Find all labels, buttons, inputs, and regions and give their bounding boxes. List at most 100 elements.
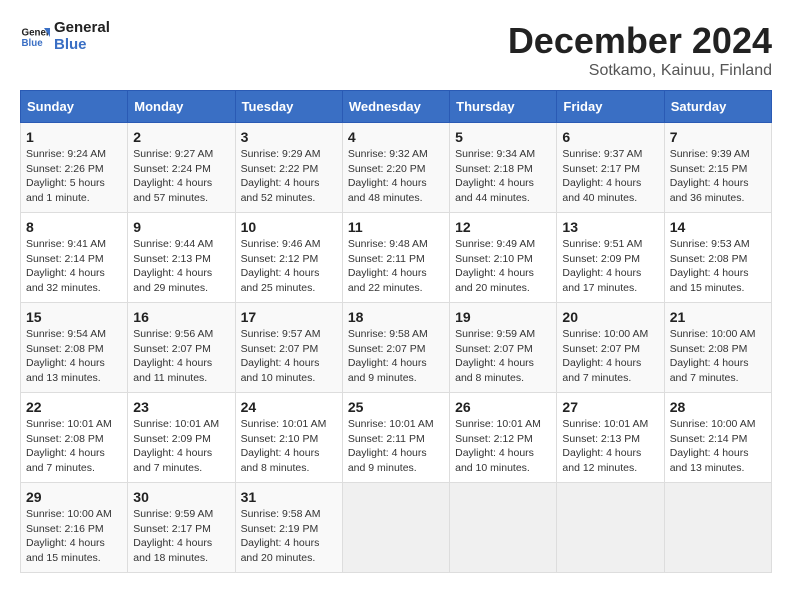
day-info: Sunrise: 9:57 AM Sunset: 2:07 PM Dayligh… — [241, 327, 337, 386]
day-info: Sunrise: 9:58 AM Sunset: 2:07 PM Dayligh… — [348, 327, 444, 386]
calendar-cell: 11 Sunrise: 9:48 AM Sunset: 2:11 PM Dayli… — [342, 213, 449, 303]
day-number: 5 — [455, 129, 551, 145]
calendar-cell: 20Sunrise: 10:00 AM Sunset: 2:07 PM Dayl… — [557, 303, 664, 393]
day-number: 3 — [241, 129, 337, 145]
day-info: Sunrise: 9:34 AM Sunset: 2:18 PM Dayligh… — [455, 147, 551, 206]
header-saturday: Saturday — [664, 91, 771, 123]
day-info: Sunrise: 9:32 AM Sunset: 2:20 PM Dayligh… — [348, 147, 444, 206]
day-info: Sunrise: 9:46 AM Sunset: 2:12 PM Dayligh… — [241, 237, 337, 296]
title-area: December 2024 Sotkamo, Kainuu, Finland — [508, 20, 772, 80]
day-number: 22 — [26, 399, 122, 415]
day-info: Sunrise: 9:41 AM Sunset: 2:14 PM Dayligh… — [26, 237, 122, 296]
calendar-cell — [342, 483, 449, 573]
day-number: 16 — [133, 309, 229, 325]
day-info: Sunrise: 9:49 AM Sunset: 2:10 PM Dayligh… — [455, 237, 551, 296]
day-info: Sunrise: 9:29 AM Sunset: 2:22 PM Dayligh… — [241, 147, 337, 206]
calendar-cell — [450, 483, 557, 573]
day-number: 12 — [455, 219, 551, 235]
page-subtitle: Sotkamo, Kainuu, Finland — [508, 62, 772, 80]
calendar-week-row: 22 Sunrise: 10:01 AM Sunset: 2:08 PM Dayl… — [21, 393, 772, 483]
calendar-cell: 30 Sunrise: 9:59 AM Sunset: 2:17 PM Dayli… — [128, 483, 235, 573]
calendar-cell: 23 Sunrise: 10:01 AM Sunset: 2:09 PM Dayl… — [128, 393, 235, 483]
day-number: 31 — [241, 489, 337, 505]
day-number: 30 — [133, 489, 229, 505]
calendar-cell: 16Sunrise: 9:56 AM Sunset: 2:07 PM Dayli… — [128, 303, 235, 393]
header-sunday: Sunday — [21, 91, 128, 123]
day-number: 7 — [670, 129, 766, 145]
day-number: 10 — [241, 219, 337, 235]
calendar-cell: 12 Sunrise: 9:49 AM Sunset: 2:10 PM Dayli… — [450, 213, 557, 303]
logo-text-blue: Blue — [54, 37, 110, 54]
day-number: 11 — [348, 219, 444, 235]
day-info: Sunrise: 10:01 AM Sunset: 2:13 PM Daylig… — [562, 417, 658, 476]
day-number: 19 — [455, 309, 551, 325]
day-number: 8 — [26, 219, 122, 235]
header-friday: Friday — [557, 91, 664, 123]
calendar-cell: 4 Sunrise: 9:32 AM Sunset: 2:20 PM Daylig… — [342, 123, 449, 213]
day-info: Sunrise: 9:59 AM Sunset: 2:07 PM Dayligh… — [455, 327, 551, 386]
day-info: Sunrise: 9:44 AM Sunset: 2:13 PM Dayligh… — [133, 237, 229, 296]
day-number: 26 — [455, 399, 551, 415]
calendar-cell: 6 Sunrise: 9:37 AM Sunset: 2:17 PM Daylig… — [557, 123, 664, 213]
day-info: Sunrise: 9:37 AM Sunset: 2:17 PM Dayligh… — [562, 147, 658, 206]
day-info: Sunrise: 9:59 AM Sunset: 2:17 PM Dayligh… — [133, 507, 229, 566]
calendar-cell — [557, 483, 664, 573]
svg-text:Blue: Blue — [22, 38, 44, 49]
day-info: Sunrise: 9:24 AM Sunset: 2:26 PM Dayligh… — [26, 147, 122, 206]
calendar-week-row: 29 Sunrise: 10:00 AM Sunset: 2:16 PM Dayl… — [21, 483, 772, 573]
calendar-cell: 19 Sunrise: 9:59 AM Sunset: 2:07 PM Dayli… — [450, 303, 557, 393]
calendar-cell: 10 Sunrise: 9:46 AM Sunset: 2:12 PM Dayli… — [235, 213, 342, 303]
day-info: Sunrise: 9:54 AM Sunset: 2:08 PM Dayligh… — [26, 327, 122, 386]
calendar-cell: 7Sunrise: 9:39 AM Sunset: 2:15 PM Daylig… — [664, 123, 771, 213]
day-info: Sunrise: 10:01 AM Sunset: 2:12 PM Daylig… — [455, 417, 551, 476]
calendar-cell: 13 Sunrise: 9:51 AM Sunset: 2:09 PM Dayli… — [557, 213, 664, 303]
calendar-cell: 1Sunrise: 9:24 AM Sunset: 2:26 PM Daylig… — [21, 123, 128, 213]
header: General Blue General Blue December 2024 … — [20, 20, 772, 80]
day-info: Sunrise: 10:00 AM Sunset: 2:07 PM Daylig… — [562, 327, 658, 386]
calendar-cell: 14 Sunrise: 9:53 AM Sunset: 2:08 PM Dayli… — [664, 213, 771, 303]
day-number: 14 — [670, 219, 766, 235]
calendar-cell: 9 Sunrise: 9:44 AM Sunset: 2:13 PM Daylig… — [128, 213, 235, 303]
calendar-cell: 28 Sunrise: 10:00 AM Sunset: 2:14 PM Dayl… — [664, 393, 771, 483]
page-title: December 2024 — [508, 20, 772, 62]
day-number: 18 — [348, 309, 444, 325]
calendar-cell: 8 Sunrise: 9:41 AM Sunset: 2:14 PM Daylig… — [21, 213, 128, 303]
calendar-cell: 24Sunrise: 10:01 AM Sunset: 2:10 PM Dayl… — [235, 393, 342, 483]
calendar-cell: 21Sunrise: 10:00 AM Sunset: 2:08 PM Dayl… — [664, 303, 771, 393]
header-thursday: Thursday — [450, 91, 557, 123]
day-info: Sunrise: 9:48 AM Sunset: 2:11 PM Dayligh… — [348, 237, 444, 296]
day-number: 4 — [348, 129, 444, 145]
day-info: Sunrise: 9:51 AM Sunset: 2:09 PM Dayligh… — [562, 237, 658, 296]
calendar-cell: 26 Sunrise: 10:01 AM Sunset: 2:12 PM Dayl… — [450, 393, 557, 483]
day-info: Sunrise: 10:01 AM Sunset: 2:09 PM Daylig… — [133, 417, 229, 476]
day-info: Sunrise: 10:01 AM Sunset: 2:10 PM Daylig… — [241, 417, 337, 476]
calendar-cell: 18 Sunrise: 9:58 AM Sunset: 2:07 PM Dayli… — [342, 303, 449, 393]
day-info: Sunrise: 9:58 AM Sunset: 2:19 PM Dayligh… — [241, 507, 337, 566]
day-info: Sunrise: 10:01 AM Sunset: 2:08 PM Daylig… — [26, 417, 122, 476]
day-number: 27 — [562, 399, 658, 415]
logo: General Blue General Blue — [20, 20, 110, 53]
day-info: Sunrise: 9:53 AM Sunset: 2:08 PM Dayligh… — [670, 237, 766, 296]
day-number: 28 — [670, 399, 766, 415]
calendar-cell: 22 Sunrise: 10:01 AM Sunset: 2:08 PM Dayl… — [21, 393, 128, 483]
day-number: 13 — [562, 219, 658, 235]
day-number: 6 — [562, 129, 658, 145]
day-number: 25 — [348, 399, 444, 415]
day-info: Sunrise: 10:00 AM Sunset: 2:16 PM Daylig… — [26, 507, 122, 566]
calendar-week-row: 15Sunrise: 9:54 AM Sunset: 2:08 PM Dayli… — [21, 303, 772, 393]
calendar-cell: 27 Sunrise: 10:01 AM Sunset: 2:13 PM Dayl… — [557, 393, 664, 483]
day-number: 9 — [133, 219, 229, 235]
calendar-cell: 29 Sunrise: 10:00 AM Sunset: 2:16 PM Dayl… — [21, 483, 128, 573]
calendar-cell — [664, 483, 771, 573]
day-number: 23 — [133, 399, 229, 415]
calendar-cell: 15Sunrise: 9:54 AM Sunset: 2:08 PM Dayli… — [21, 303, 128, 393]
day-number: 21 — [670, 309, 766, 325]
day-info: Sunrise: 10:00 AM Sunset: 2:14 PM Daylig… — [670, 417, 766, 476]
header-tuesday: Tuesday — [235, 91, 342, 123]
header-wednesday: Wednesday — [342, 91, 449, 123]
logo-text-general: General — [54, 20, 110, 37]
header-monday: Monday — [128, 91, 235, 123]
day-number: 29 — [26, 489, 122, 505]
calendar-cell: 17Sunrise: 9:57 AM Sunset: 2:07 PM Dayli… — [235, 303, 342, 393]
day-info: Sunrise: 9:27 AM Sunset: 2:24 PM Dayligh… — [133, 147, 229, 206]
